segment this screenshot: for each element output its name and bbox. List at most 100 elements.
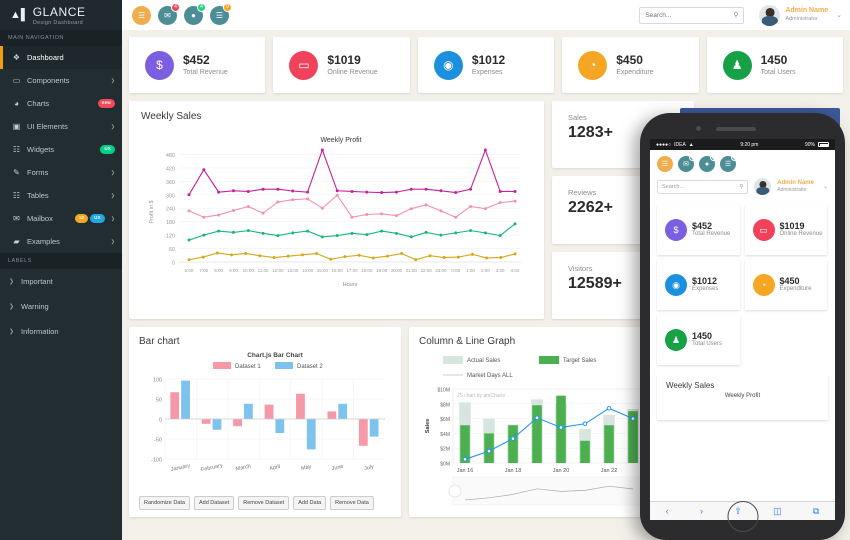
sidebar-item-examples[interactable]: ▰ Examples ❯	[0, 230, 122, 253]
svg-text:480: 480	[166, 153, 175, 159]
stat-label: Expenses	[471, 69, 503, 77]
sidebar-item-widgets[interactable]: ☷ Widgets UX	[0, 138, 122, 161]
svg-text:$8M: $8M	[440, 402, 450, 408]
sidebar-item-charts[interactable]: ◕ Charts new	[0, 92, 122, 115]
user-name: Admin Name	[785, 7, 829, 15]
search-box[interactable]: ⚲	[639, 6, 745, 24]
sidebar-item-forms[interactable]: ✎ Forms ❯	[0, 161, 122, 184]
chevron-right-icon[interactable]: ❯	[111, 170, 115, 176]
chart-logo-icon: ▲▌	[10, 8, 29, 21]
badge-group: new	[97, 99, 115, 108]
svg-text:Dataset 1: Dataset 1	[235, 364, 261, 370]
envelope-icon-button[interactable]: ✉ 4	[158, 2, 180, 25]
svg-text:2:00: 2:00	[481, 268, 490, 273]
chevron-down-icon[interactable]: ⌄	[836, 11, 842, 19]
svg-text:Dataset 2: Dataset 2	[297, 364, 323, 370]
svg-text:Weekly Profit: Weekly Profit	[320, 137, 361, 144]
sidebar-item-label: Forms	[27, 168, 49, 177]
phone-stat-card[interactable]: ♟ 1450 Total Users	[657, 315, 740, 365]
svg-text:Chart.js Bar Chart: Chart.js Bar Chart	[247, 352, 303, 359]
sidebar-labels: ❯ Important ❯ Warning ❯ Information	[0, 269, 122, 344]
chevron-right-icon[interactable]: ❯	[111, 216, 115, 222]
svg-text:18:00: 18:00	[361, 268, 373, 273]
search-icon[interactable]: ⚲	[739, 184, 743, 190]
envelope-icon-button[interactable]: ✉ 4	[678, 154, 696, 172]
bar-btn-remove-data[interactable]: Remove Data	[330, 496, 374, 510]
stat-card-expenditure[interactable]: ◔ $450 Expenditure	[562, 37, 699, 93]
sidebar-item-label: Components	[27, 76, 70, 85]
chevron-right-icon: ❯	[9, 329, 15, 335]
forward-icon[interactable]: ›	[700, 506, 703, 516]
svg-text:Hours: Hours	[343, 282, 358, 288]
bell-icon-button[interactable]: ● 4	[699, 154, 717, 172]
bar-btn-add-dataset[interactable]: Add Dataset	[193, 496, 235, 510]
sidebar-item-tables[interactable]: ☷ Tables ❯	[0, 184, 122, 207]
weekly-sales-title: Weekly Sales	[141, 111, 202, 122]
phone-camera-icon	[696, 126, 701, 131]
stat-value: 1450	[692, 331, 713, 342]
sidebar-item-ui-elements[interactable]: ▣ UI Elements ❯	[0, 115, 122, 138]
notification-count: 4	[171, 2, 180, 12]
svg-text:February: February	[201, 463, 224, 473]
hamburger-icon[interactable]: ☰	[132, 5, 151, 25]
phone-stat-card[interactable]: ◉ $1012 Expenses	[657, 260, 740, 310]
bell-icon-button[interactable]: ● 4	[184, 2, 206, 25]
brand-logo[interactable]: ▲▌ GLANCE Design Dashboard	[0, 0, 122, 30]
bar-chart-buttons: Randomize Data Add Dataset Remove Dataset A…	[139, 496, 391, 510]
edit-icon: ✎	[13, 168, 20, 177]
svg-text:60: 60	[169, 247, 175, 253]
phone-search-input[interactable]: Search... ⚲	[657, 179, 749, 194]
money-icon: ◉	[433, 50, 463, 80]
svg-text:Jan 16: Jan 16	[457, 468, 474, 474]
bar-chart-card: Bar chart Chart.js Bar Chart Dataset 1 Dat…	[129, 327, 401, 517]
grid-icon: ☷	[12, 145, 21, 154]
bar-btn-randomize-data[interactable]: Randomize Data	[139, 496, 190, 510]
phone-search-row: Search... ⚲ Admin Name Administrator ⌄	[650, 172, 835, 201]
stat-label: Expenditure	[616, 69, 654, 77]
bookmarks-icon[interactable]: ◫	[773, 506, 782, 517]
flag-icon-button[interactable]: ☰ 9	[210, 2, 232, 25]
sidebar-item-mailbox[interactable]: ✉ Mailbox 12 UX ❯	[0, 207, 122, 230]
sidebar-label-information[interactable]: ❯ Information	[0, 319, 122, 344]
flag-icon-button[interactable]: ☰ 9	[720, 154, 738, 172]
sidebar-item-components[interactable]: ▭ Components ❯	[0, 69, 122, 92]
chevron-right-icon[interactable]: ❯	[111, 239, 115, 245]
search-icon[interactable]: ⚲	[733, 11, 738, 19]
phone-stat-card[interactable]: ▭ $1019 Online Revenue	[744, 205, 827, 255]
pie-chart-icon: ◔	[752, 274, 775, 296]
tabs-icon[interactable]: ⧉	[813, 506, 819, 517]
hamburger-icon[interactable]: ☰	[657, 156, 673, 172]
pie-chart-icon: ◔	[578, 50, 608, 80]
svg-text:0: 0	[159, 418, 162, 424]
svg-text:14:00: 14:00	[302, 268, 314, 273]
phone-stat-card[interactable]: ◔ $450 Expenditure	[744, 260, 827, 310]
chevron-down-icon[interactable]: ⌄	[823, 183, 828, 190]
carrier-label: IDEA	[674, 141, 686, 148]
bar-btn-remove-dataset[interactable]: Remove Dataset	[238, 496, 290, 510]
phone-home-button[interactable]	[727, 501, 758, 532]
folder-icon: ▰	[13, 237, 20, 246]
table-icon: ☷	[12, 191, 21, 200]
user-menu[interactable]: Admin Name Administrator ⌄	[759, 4, 842, 26]
stat-card-total-users[interactable]: ♟ 1450 Total Users	[706, 37, 844, 93]
weekly-sales-card: Weekly Sales 0 60 120 180 240 300 360 420 480 Wee…	[129, 101, 544, 319]
sidebar-item-dashboard[interactable]: ❖ Dashboard	[0, 46, 122, 69]
bar-btn-add-data[interactable]: Add Data	[293, 496, 327, 510]
sidebar-label-important[interactable]: ❯ Important	[0, 269, 122, 294]
stat-value: $1019	[327, 52, 361, 67]
back-icon[interactable]: ‹	[666, 506, 669, 516]
stat-card-total-revenue[interactable]: $ $452 Total Revenue	[129, 37, 266, 93]
sidebar-label-warning[interactable]: ❯ Warning	[0, 294, 122, 319]
stat-card-online-revenue[interactable]: ▭ $1019 Online Revenue	[273, 37, 410, 93]
svg-text:23:00: 23:00	[435, 268, 447, 273]
chevron-right-icon[interactable]: ❯	[111, 78, 115, 84]
svg-text:Profit in $: Profit in $	[149, 200, 155, 223]
phone-stat-cards: $ $452 Total Revenue ▭ $1019 Online Revenue ◉ $…	[650, 201, 835, 369]
chevron-right-icon[interactable]: ❯	[111, 193, 115, 199]
search-input[interactable]	[645, 11, 734, 19]
chevron-right-icon[interactable]: ❯	[111, 124, 115, 130]
stat-value: $1019	[779, 221, 805, 232]
phone-stat-card[interactable]: $ $452 Total Revenue	[657, 205, 740, 255]
badge-group: 12 UX	[74, 214, 105, 223]
stat-card-expenses[interactable]: ◉ $1012 Expenses	[417, 37, 555, 93]
